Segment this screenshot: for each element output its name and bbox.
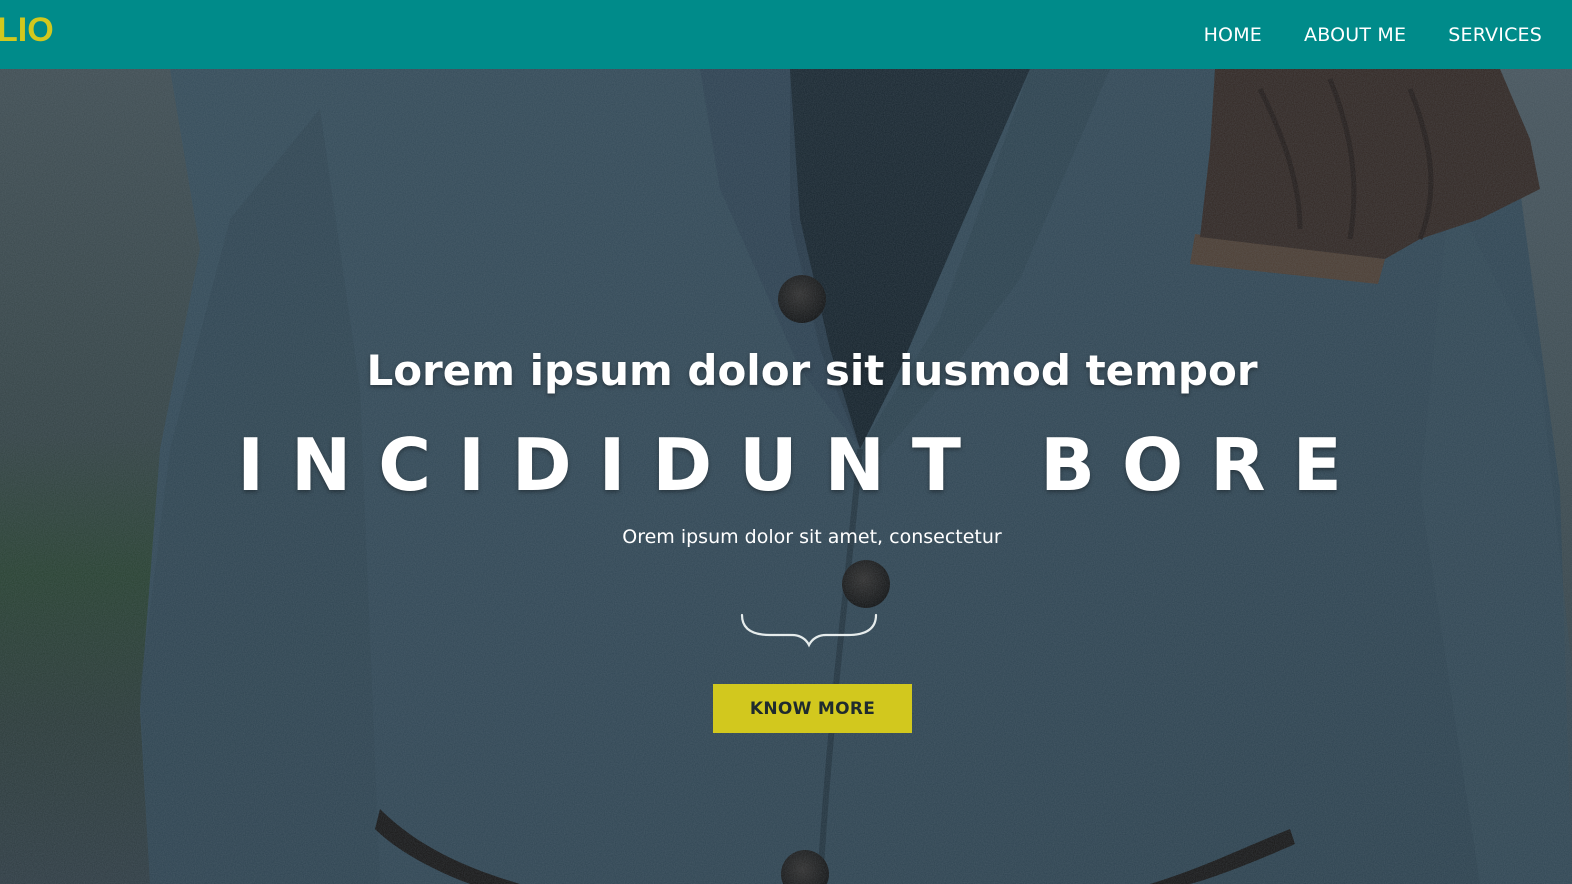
hero-tagline: Orem ipsum dolor sit amet, consectetur — [622, 526, 1002, 548]
nav-home-link[interactable]: HOME — [1204, 24, 1262, 46]
know-more-button[interactable]: KNOW MORE — [713, 684, 912, 733]
curly-brace-divider-icon — [740, 613, 878, 648]
hero-subtitle: Lorem ipsum dolor sit iusmod tempor — [366, 346, 1258, 395]
nav-about-link[interactable]: ABOUT ME — [1304, 24, 1406, 46]
nav-services-link[interactable]: SERVICES — [1448, 24, 1542, 46]
brand-logo[interactable]: LIO — [0, 10, 54, 50]
hero-section: Lorem ipsum dolor sit iusmod tempor INCI… — [0, 69, 1572, 884]
nav-links: HOME ABOUT ME SERVICES — [1204, 0, 1542, 69]
hero-content: Lorem ipsum dolor sit iusmod tempor INCI… — [0, 69, 1572, 884]
page: LIO HOME ABOUT ME SERVICES Lorem ipsum d… — [0, 0, 1572, 884]
navbar: LIO HOME ABOUT ME SERVICES — [0, 0, 1572, 69]
hero-title: INCIDIDUNT BORE — [237, 423, 1369, 507]
